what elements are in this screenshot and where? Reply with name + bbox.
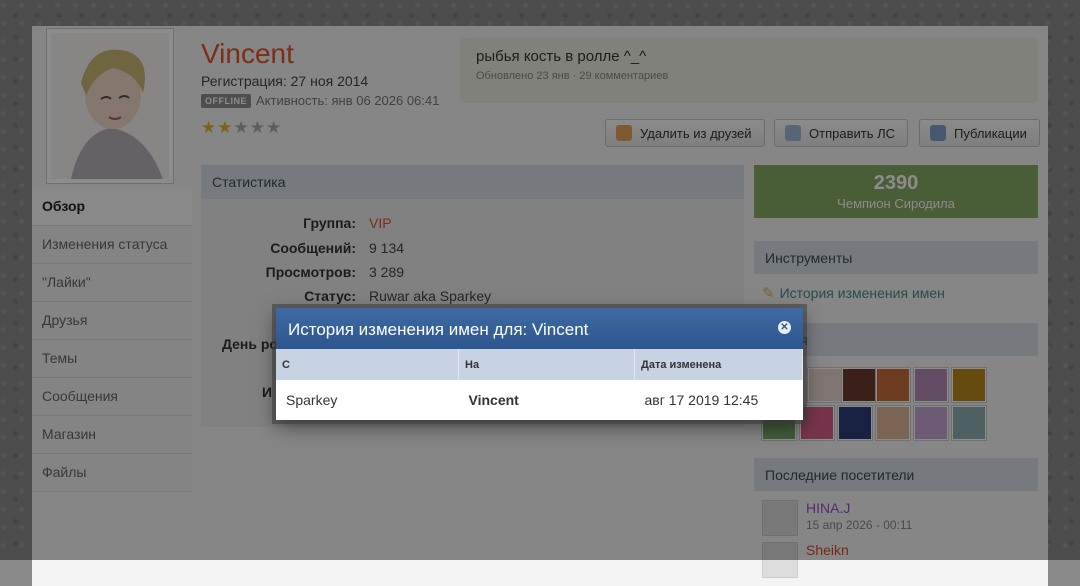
modal-title: История изменения имен для: Vincent — [288, 320, 589, 339]
modal-overlay[interactable] — [0, 0, 1080, 560]
name-history-table: С На Дата изменена Sparkey Vincent авг 1… — [276, 349, 803, 420]
name-history-modal: История изменения имен для: Vincent ✕ С … — [276, 308, 803, 420]
table-row: Sparkey Vincent авг 17 2019 12:45 — [276, 380, 803, 420]
change-date-cell: авг 17 2019 12:45 — [644, 392, 759, 408]
new-name-cell: Vincent — [468, 392, 519, 408]
close-icon[interactable]: ✕ — [778, 321, 791, 334]
modal-header: История изменения имен для: Vincent ✕ — [276, 308, 803, 349]
old-name-cell: Sparkey — [286, 392, 338, 408]
column-header-to: На — [458, 349, 635, 380]
column-header-date: Дата изменена — [634, 349, 803, 380]
column-header-from: С — [276, 349, 459, 380]
